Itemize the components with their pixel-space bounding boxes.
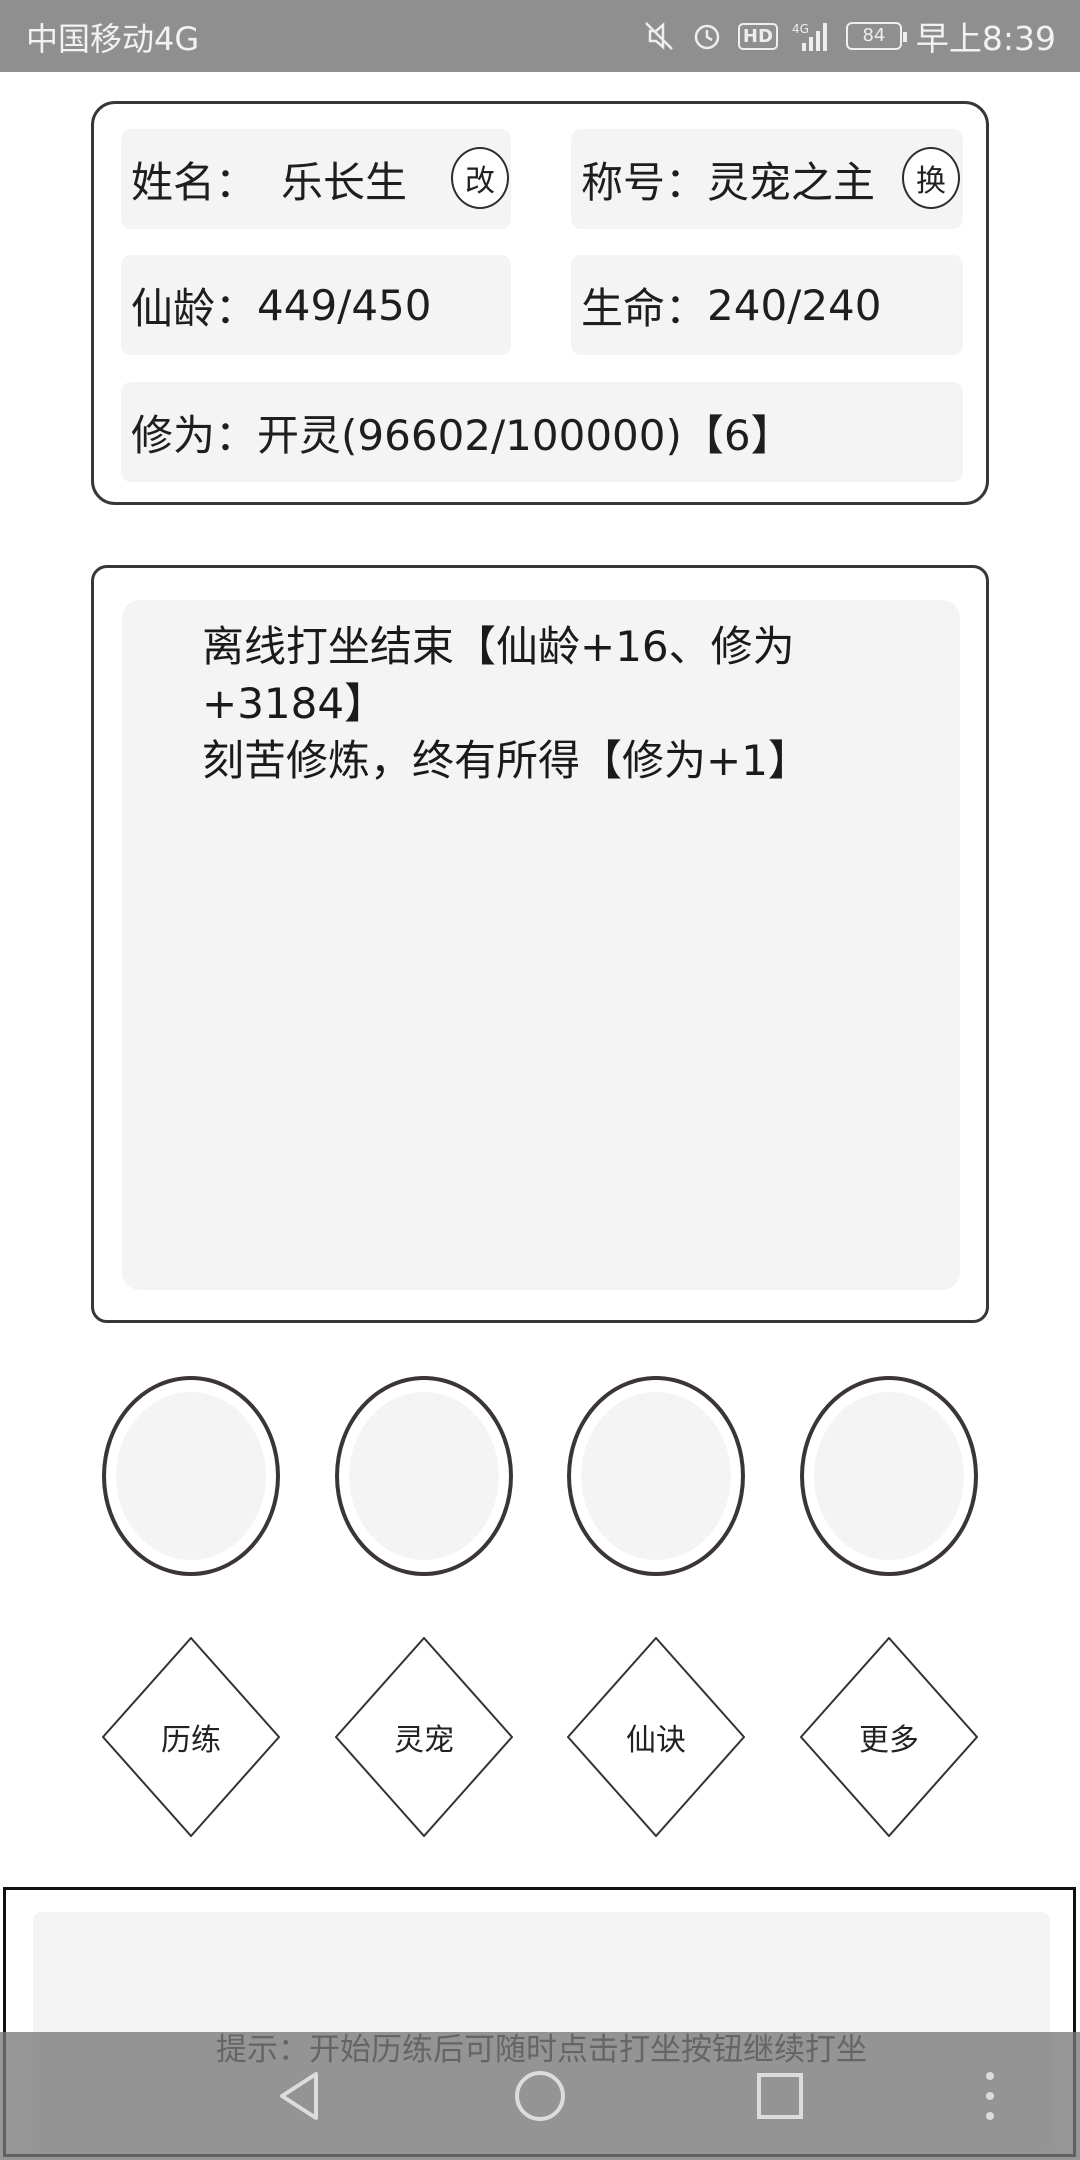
clock: 早上8:39 (915, 19, 1056, 58)
signal-icon: 4G (792, 22, 827, 51)
train-button[interactable]: 历练 (102, 1637, 280, 1837)
title-label: 称号： (581, 157, 708, 207)
navigation-bar (0, 2032, 1080, 2160)
battery-icon: 84 (845, 22, 907, 50)
more-icon[interactable] (960, 2066, 1020, 2126)
alarm-icon (694, 24, 720, 50)
log-line: 离线打坐结束【仙龄+16、修为 (202, 622, 795, 671)
pet-label: 灵宠 (394, 1723, 454, 1758)
slot-circle-2[interactable] (335, 1376, 513, 1576)
mute-icon (644, 22, 673, 50)
name-label: 姓名： (131, 157, 258, 207)
more-label: 更多 (859, 1723, 919, 1758)
age-cell: 仙龄： 449/450 (121, 255, 511, 355)
status-bar: 中国移动4G HD 4G 84 早上8:39 (0, 0, 1080, 72)
slot-circle-fill (116, 1392, 266, 1560)
cultivation-label: 修为： (131, 410, 258, 460)
profile-card: 姓名： 乐长生 改 称号： 灵宠之主 换 仙龄： 449/450 生命： 240… (91, 101, 989, 505)
title-value: 灵宠之主 (707, 157, 876, 207)
hd-icon: HD (737, 22, 778, 50)
back-icon[interactable] (270, 2066, 330, 2126)
slot-circle-fill (349, 1392, 499, 1560)
pet-button[interactable]: 灵宠 (335, 1637, 513, 1837)
log-panel: 离线打坐结束【仙龄+16、修为 +3184】 刻苦修炼，终有所得【修为+1】 (91, 565, 989, 1323)
log-line: 刻苦修炼，终有所得【修为+1】 (202, 736, 810, 785)
log-line: +3184】 (202, 679, 387, 728)
age-label: 仙龄： (131, 283, 258, 333)
life-cell: 生命： 240/240 (571, 255, 963, 355)
name-value: 乐长生 (281, 157, 408, 207)
signal-label: 4G (792, 22, 809, 36)
slot-circle-4[interactable] (800, 1376, 978, 1576)
recents-icon[interactable] (750, 2066, 810, 2126)
status-icons: HD 4G 84 早上8:39 (642, 12, 1056, 60)
skill-label: 仙诀 (626, 1723, 686, 1758)
more-button[interactable]: 更多 (800, 1637, 978, 1837)
slot-circle-fill (581, 1392, 731, 1560)
skill-button[interactable]: 仙诀 (567, 1637, 745, 1837)
switch-title-button[interactable]: 换 (902, 147, 960, 209)
life-label: 生命： (581, 283, 708, 333)
cultivation-value: 开灵(96602/100000)【6】 (257, 410, 793, 460)
train-label: 历练 (161, 1723, 221, 1758)
home-icon[interactable] (510, 2066, 570, 2126)
rename-button[interactable]: 改 (451, 147, 509, 209)
slot-circle-1[interactable] (102, 1376, 280, 1576)
slot-circle-3[interactable] (567, 1376, 745, 1576)
cultivation-cell: 修为： 开灵(96602/100000)【6】 (121, 382, 963, 482)
carrier-label: 中国移动4G (26, 20, 200, 58)
log-content[interactable]: 离线打坐结束【仙龄+16、修为 +3184】 刻苦修炼，终有所得【修为+1】 (122, 600, 960, 1290)
slot-circle-fill (814, 1392, 964, 1560)
life-value: 240/240 (707, 280, 882, 330)
age-value: 449/450 (257, 280, 432, 330)
